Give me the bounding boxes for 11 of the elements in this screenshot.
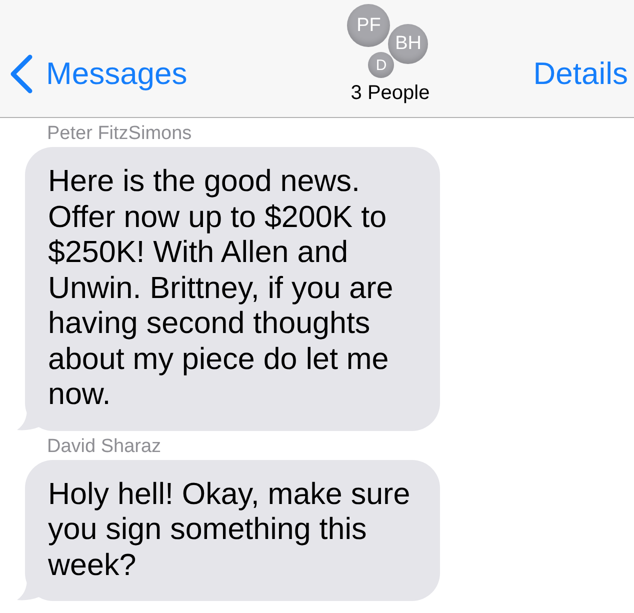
avatar: BH (388, 24, 428, 64)
avatar: D (368, 52, 394, 78)
sender-name: David Sharaz (47, 436, 162, 458)
sender-name: Peter FitzSimons (47, 123, 193, 145)
message-bubble: Here is the good news. Offer now up to $200K to $250K! With Allen and Unwin. Brittney, if you are having second thoughts about my piece do let me now. (25, 147, 440, 430)
chevron-left-icon (8, 54, 34, 94)
avatar: PF (347, 4, 390, 47)
message-bubble: Holy hell! Okay, make sure you sign something this week? (25, 460, 440, 601)
conversation-title: 3 People (350, 82, 430, 105)
details-button[interactable]: Details (533, 56, 628, 92)
back-button[interactable]: Messages (8, 54, 188, 94)
